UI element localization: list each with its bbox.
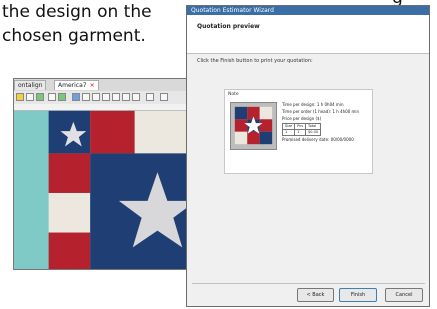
- folder-icon[interactable]: [16, 93, 24, 101]
- tool-icon[interactable]: [160, 93, 168, 101]
- tool-icon[interactable]: [112, 93, 120, 101]
- cancel-button[interactable]: Cancel: [385, 288, 423, 302]
- quotation-info: Time per design: 1 h 0h04 min Time per o…: [281, 101, 360, 143]
- tab-america7[interactable]: America7 ×: [54, 80, 99, 90]
- tool-icon[interactable]: [72, 93, 80, 101]
- tab-label: ontalign: [18, 82, 43, 89]
- quotation-preview-panel: Note Time per design: 1 h 0h04 min Time …: [224, 89, 373, 174]
- editor-toolbar: [14, 91, 202, 105]
- table-cell: 1: [281, 129, 296, 136]
- dialog-header: Quotation preview: [187, 15, 429, 54]
- dialog-heading: Quotation preview: [197, 23, 260, 30]
- price-label: Price per design ($): [282, 116, 322, 121]
- thumb-white: [234, 131, 248, 145]
- tab-label: America7: [58, 82, 87, 89]
- dialog-title: Quotation Estimator Wizard: [187, 6, 429, 15]
- back-button[interactable]: < Back: [297, 288, 334, 302]
- tool-icon[interactable]: [92, 93, 100, 101]
- time-per-order: Time per order (1 head): 1 h 4h00 min: [282, 109, 360, 114]
- red-block: [48, 232, 91, 269]
- thumb-white: [259, 106, 273, 120]
- red-block: [90, 110, 135, 154]
- caption-line-2: chosen garment.: [2, 26, 146, 46]
- design-thumbnail: [230, 102, 277, 150]
- dialog-instruction: Click the Finish button to print your qu…: [197, 58, 313, 64]
- grid-icon[interactable]: [48, 93, 56, 101]
- tool-icon[interactable]: [82, 93, 90, 101]
- table-row: 1 1 $0.00: [281, 129, 322, 136]
- time-per-design: Time per design: 1 h 0h04 min: [282, 102, 344, 107]
- caption-text: the design on the chosen garment.: [2, 0, 187, 48]
- price-table: Size Pcs Total 1 1 $0.00: [281, 123, 322, 136]
- thumb-red: [247, 131, 260, 145]
- delivery-date: Promised delivery date: 00/00/0000: [282, 137, 354, 142]
- stitch-icon[interactable]: [58, 93, 66, 101]
- tool-icon[interactable]: [102, 93, 110, 101]
- tool-icon[interactable]: [122, 93, 130, 101]
- quotation-wizard-dialog: Quotation Estimator Wizard Quotation pre…: [186, 5, 430, 307]
- tool-icon[interactable]: [132, 93, 140, 101]
- table-cell: $0.00: [305, 129, 322, 136]
- button-separator: [192, 283, 425, 284]
- caption-line-1: the design on the: [2, 2, 152, 22]
- select-icon[interactable]: [26, 93, 34, 101]
- table-cell: 1: [294, 129, 307, 136]
- zoom-icon[interactable]: [36, 93, 44, 101]
- thumb-red: [259, 119, 273, 132]
- thumb-navy: [234, 106, 248, 120]
- thumb-navy: [259, 131, 273, 145]
- white-block: [134, 110, 190, 154]
- editor-window: ontalign America7 ×: [13, 78, 203, 270]
- tool-icon[interactable]: [146, 93, 154, 101]
- finish-button[interactable]: Finish: [339, 288, 377, 302]
- white-block: [48, 192, 91, 233]
- close-icon[interactable]: ×: [90, 82, 95, 89]
- red-block: [48, 153, 91, 193]
- design-canvas: [14, 110, 202, 269]
- table-header-row: Size Pcs Total: [281, 123, 322, 130]
- tab-ontalign[interactable]: ontalign: [14, 80, 47, 90]
- preview-label: Note: [228, 92, 239, 97]
- thumb-red: [234, 119, 248, 132]
